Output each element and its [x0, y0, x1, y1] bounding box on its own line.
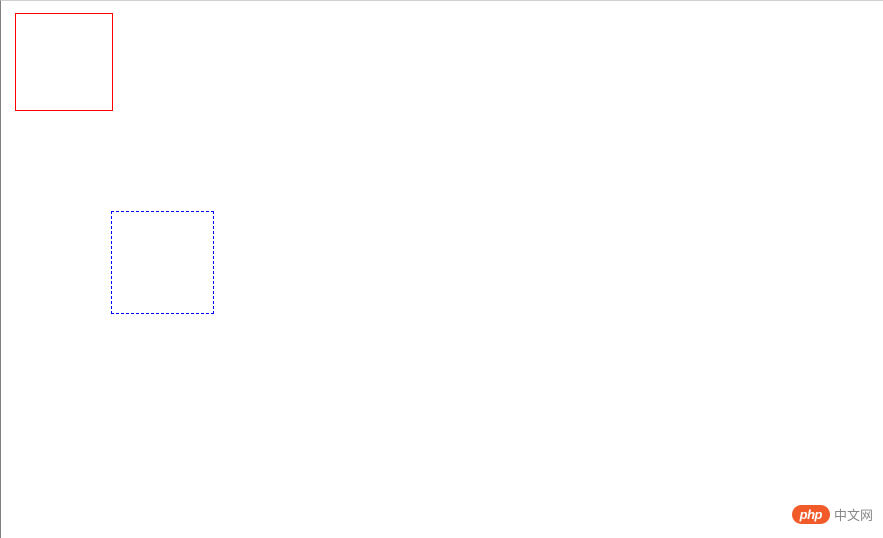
watermark-text: 中文网: [834, 505, 873, 524]
blue-dashed-box: [111, 211, 214, 314]
watermark: php 中文网: [792, 505, 873, 524]
red-solid-box: [15, 13, 113, 111]
watermark-badge: php: [792, 505, 830, 524]
